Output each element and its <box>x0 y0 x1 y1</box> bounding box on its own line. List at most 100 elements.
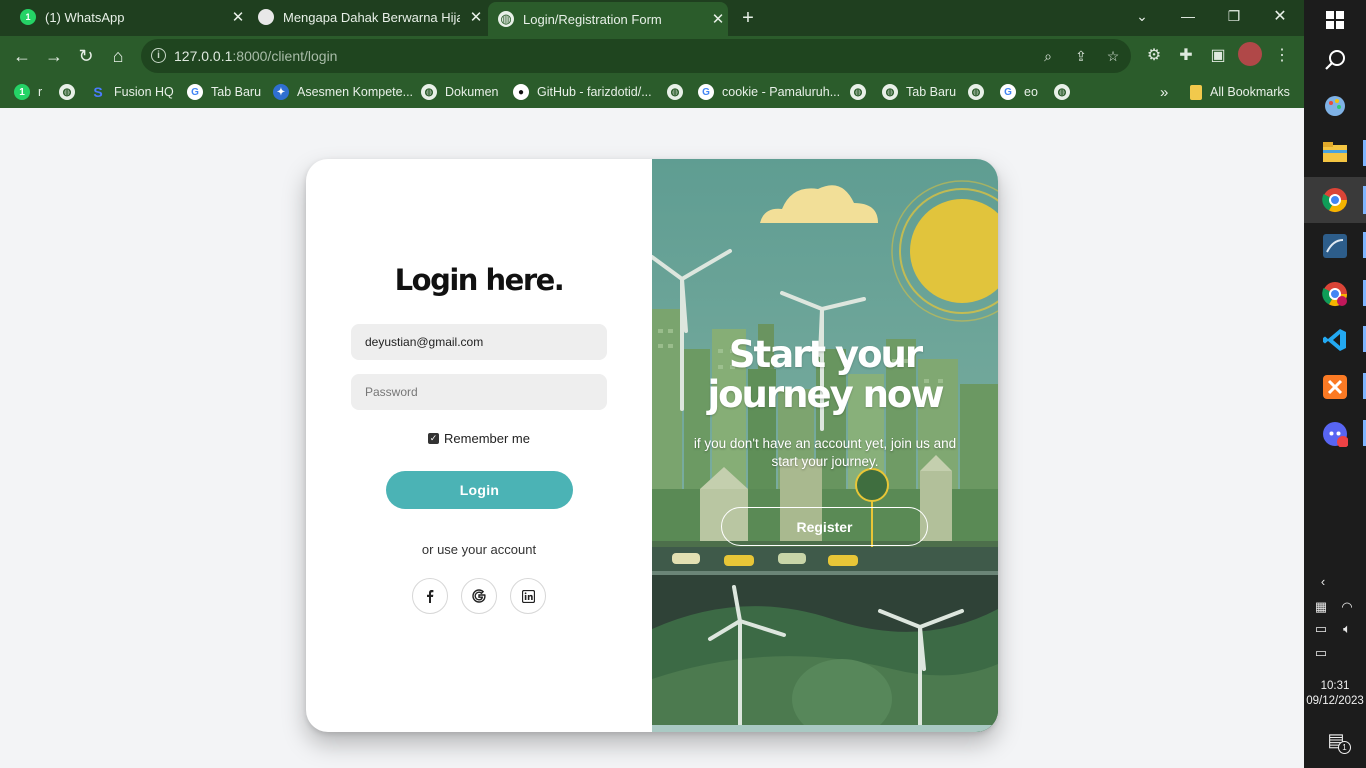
google-icon <box>472 589 486 603</box>
mysql-workbench-icon[interactable] <box>1319 230 1351 262</box>
bookmark-item[interactable]: Geo <box>1000 82 1038 102</box>
extension-gear-icon[interactable]: ⚙ <box>1142 43 1166 67</box>
display-icon[interactable]: ▭ <box>1310 620 1332 638</box>
globe-icon: ◍ <box>1054 84 1070 100</box>
profile-avatar[interactable] <box>1238 42 1262 66</box>
bookmark-item[interactable]: ✦ Asesmen Kompete... <box>273 82 413 102</box>
close-icon[interactable]: ✕ <box>708 9 728 29</box>
kemdikbud-icon: ✦ <box>273 84 289 100</box>
bookmark-item[interactable]: ◍ Tab Baru <box>882 82 956 102</box>
close-window-icon[interactable]: ✕ <box>1266 4 1294 28</box>
all-bookmarks-label: All Bookmarks <box>1210 85 1290 99</box>
zoom-icon[interactable]: ⌕ <box>1038 46 1058 66</box>
windows-start-icon[interactable] <box>1319 4 1351 36</box>
volume-icon[interactable]: 🔈︎ <box>1336 620 1358 638</box>
vscode-icon[interactable] <box>1319 324 1351 356</box>
bookmark-item[interactable]: 1r <box>14 82 42 102</box>
extensions-puzzle-icon[interactable]: ✚ <box>1174 43 1198 67</box>
forward-icon[interactable]: → <box>40 42 68 70</box>
reload-icon[interactable]: ↻ <box>72 42 100 70</box>
paint-icon[interactable] <box>1319 90 1351 122</box>
restore-icon[interactable]: ❐ <box>1220 4 1248 28</box>
remember-checkbox[interactable]: ✓ <box>428 433 440 444</box>
url-text[interactable]: 127.0.0.1:8000/client/login <box>174 48 337 64</box>
bookmark-item[interactable]: ◍ <box>850 82 874 102</box>
bookmark-item[interactable]: ◍ <box>1054 82 1078 102</box>
notification-center-icon[interactable]: ▤ 1 <box>1323 728 1351 754</box>
url-path: :8000/client/login <box>232 48 338 64</box>
bookmark-item[interactable]: ◍ Dokumen <box>421 82 499 102</box>
globe-icon: ◍ <box>59 84 75 100</box>
facebook-button[interactable] <box>412 578 448 614</box>
email-field[interactable] <box>351 324 607 360</box>
bookmark-label: Dokumen <box>445 85 499 99</box>
notification-count-badge: 1 <box>1338 741 1351 754</box>
google-button[interactable] <box>461 578 497 614</box>
register-button[interactable]: Register <box>721 507 928 546</box>
close-icon[interactable]: ✕ <box>228 7 248 27</box>
new-tab-button[interactable]: + <box>736 6 760 30</box>
bookmark-label: r <box>38 85 43 99</box>
bookmark-item[interactable]: G Tab Baru <box>187 82 261 102</box>
fusion-icon: S <box>93 84 103 100</box>
battery-icon[interactable]: ▭ <box>1310 644 1332 662</box>
page-content: Login here. ✓ Remember me Login or use y… <box>0 108 1304 768</box>
security-icon[interactable]: ▦ <box>1310 598 1332 616</box>
globe-icon: ◍ <box>421 84 437 100</box>
tab-search-icon[interactable]: ⌄ <box>1128 4 1156 28</box>
bookmark-item[interactable]: ◍ <box>667 82 691 102</box>
whatsapp-icon: 1 <box>14 84 30 100</box>
login-button[interactable]: Login <box>386 471 573 509</box>
bookmark-item[interactable]: ◍ <box>968 82 992 102</box>
site-info-icon[interactable]: i <box>151 48 166 63</box>
bookmark-item[interactable]: S Fusion HQ <box>90 82 173 102</box>
globe-icon: ◍ <box>882 84 898 100</box>
taskbar-clock[interactable]: 10:31 09/12/2023 <box>1304 679 1366 709</box>
chrome-icon[interactable] <box>1319 184 1351 216</box>
side-panel-icon[interactable]: ▣ <box>1206 43 1230 67</box>
chrome-profile-icon[interactable] <box>1319 278 1351 310</box>
home-icon[interactable]: ⌂ <box>104 42 132 70</box>
login-card: Login here. ✓ Remember me Login or use y… <box>306 159 998 732</box>
discord-icon[interactable] <box>1319 418 1351 450</box>
bookmark-label: Tab Baru <box>906 85 957 99</box>
menu-kebab-icon[interactable]: ⋮ <box>1270 43 1294 67</box>
google-icon: G <box>187 84 203 100</box>
bookmark-star-icon[interactable]: ☆ <box>1103 46 1123 66</box>
linkedin-button[interactable] <box>510 578 546 614</box>
bookmark-item[interactable]: Gcookie - Pamaluruh... <box>698 82 840 102</box>
file-explorer-icon[interactable] <box>1319 136 1351 168</box>
globe-icon: ◍ <box>968 84 984 100</box>
remember-me-row[interactable]: ✓ Remember me <box>306 431 652 446</box>
show-hidden-icons-chevron-icon[interactable]: ‹ <box>1312 572 1334 590</box>
bookmark-item[interactable]: ● GitHub - farizdotid/... <box>513 82 652 102</box>
tab-mengapa[interactable]: Mengapa Dahak Berwarna Hijau ✕ <box>250 0 486 34</box>
tab-whatsapp[interactable]: 1 (1) WhatsApp ✕ <box>12 0 248 34</box>
all-bookmarks-button[interactable]: All Bookmarks <box>1190 82 1290 102</box>
globe-icon: ◍ <box>498 11 514 27</box>
login-title: Login here. <box>394 263 565 297</box>
more-bookmarks-button[interactable]: » <box>1160 82 1168 102</box>
wifi-icon[interactable]: ◠ <box>1336 598 1358 616</box>
google-icon: G <box>1000 84 1016 100</box>
password-field[interactable] <box>351 374 607 410</box>
minimize-icon[interactable]: — <box>1174 4 1202 28</box>
remember-label: Remember me <box>444 431 530 446</box>
close-icon[interactable]: ✕ <box>466 7 486 27</box>
bookmark-label: GitHub - farizdotid/... <box>537 85 652 99</box>
search-icon[interactable] <box>1319 44 1351 76</box>
tab-title: Mengapa Dahak Berwarna Hijau <box>283 9 460 25</box>
xampp-icon[interactable] <box>1319 371 1351 403</box>
back-icon[interactable]: ← <box>8 42 36 70</box>
bookmark-label: cookie - Pamaluruh... <box>722 85 841 99</box>
windows-taskbar: ‹ ▦ ◠ ▭ 🔈︎ ▭ 10:31 09/12/2023 ▤ 1 <box>1304 0 1366 768</box>
tab-login-form[interactable]: ◍ Login/Registration Form ✕ <box>488 2 728 36</box>
clock-date: 09/12/2023 <box>1306 695 1364 707</box>
bookmark-item[interactable]: ◍ <box>59 82 83 102</box>
address-bar[interactable]: i 127.0.0.1:8000/client/login ⌕ ⇪ ☆ <box>141 39 1131 73</box>
bookmarks-bar: 1r ◍ S Fusion HQ G Tab Baru ✦ Asesmen Kompe… <box>0 76 1304 108</box>
github-icon: ● <box>513 84 529 100</box>
globe-icon: ◍ <box>667 84 683 100</box>
share-icon[interactable]: ⇪ <box>1071 46 1091 66</box>
tab-title: Login/Registration Form <box>523 11 662 27</box>
